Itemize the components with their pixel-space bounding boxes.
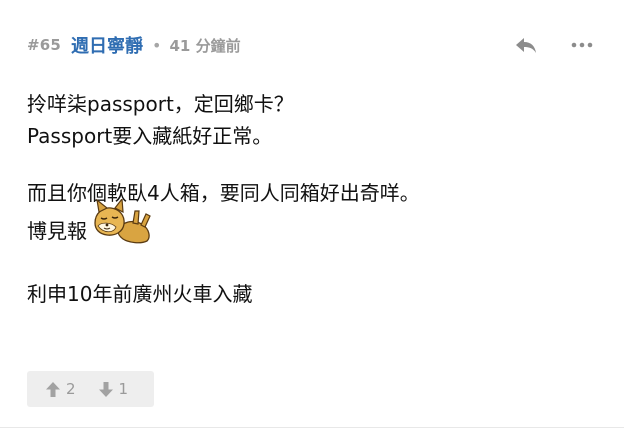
post-header: #65 週日寧靜 • 41 分鐘前 xyxy=(27,30,597,60)
upvote-count: 2 xyxy=(66,380,76,398)
content-line-2: Passport要入藏紙好正常。 xyxy=(27,124,273,148)
content-line-1: 拎咩柒passport，定回鄉卡？ xyxy=(27,92,294,116)
post: #65 週日寧靜 • 41 分鐘前 拎咩柒passport，定回鄉卡？ Pass… xyxy=(0,0,624,428)
post-time: 41 分鐘前 xyxy=(169,36,241,55)
vote-bar: 2 1 xyxy=(27,371,154,407)
post-body: 拎咩柒passport，定回鄉卡？ Passport要入藏紙好正常。 而且你個軟… xyxy=(27,88,597,310)
post-actions xyxy=(511,33,597,57)
downvote-button[interactable]: 1 xyxy=(98,380,129,398)
thumb-up-arrow-icon xyxy=(46,381,60,397)
post-number: #65 xyxy=(27,36,62,54)
more-options-button[interactable] xyxy=(567,33,597,57)
dog-sticker-icon xyxy=(89,196,155,250)
meta-separator: • xyxy=(152,35,162,55)
content-line-4-text: 博見報 xyxy=(27,218,87,243)
username-link[interactable]: 週日寧靜 xyxy=(71,32,143,58)
content-line-4: 博見報 xyxy=(27,196,597,249)
downvote-count: 1 xyxy=(118,380,129,398)
more-icon xyxy=(571,42,593,48)
reply-button[interactable] xyxy=(511,33,541,57)
upvote-button[interactable]: 2 xyxy=(45,380,76,398)
thumb-down-arrow-icon xyxy=(98,381,113,397)
reply-icon xyxy=(516,38,536,53)
content-line-5: 利申10年前廣州火車入藏 xyxy=(27,282,253,306)
